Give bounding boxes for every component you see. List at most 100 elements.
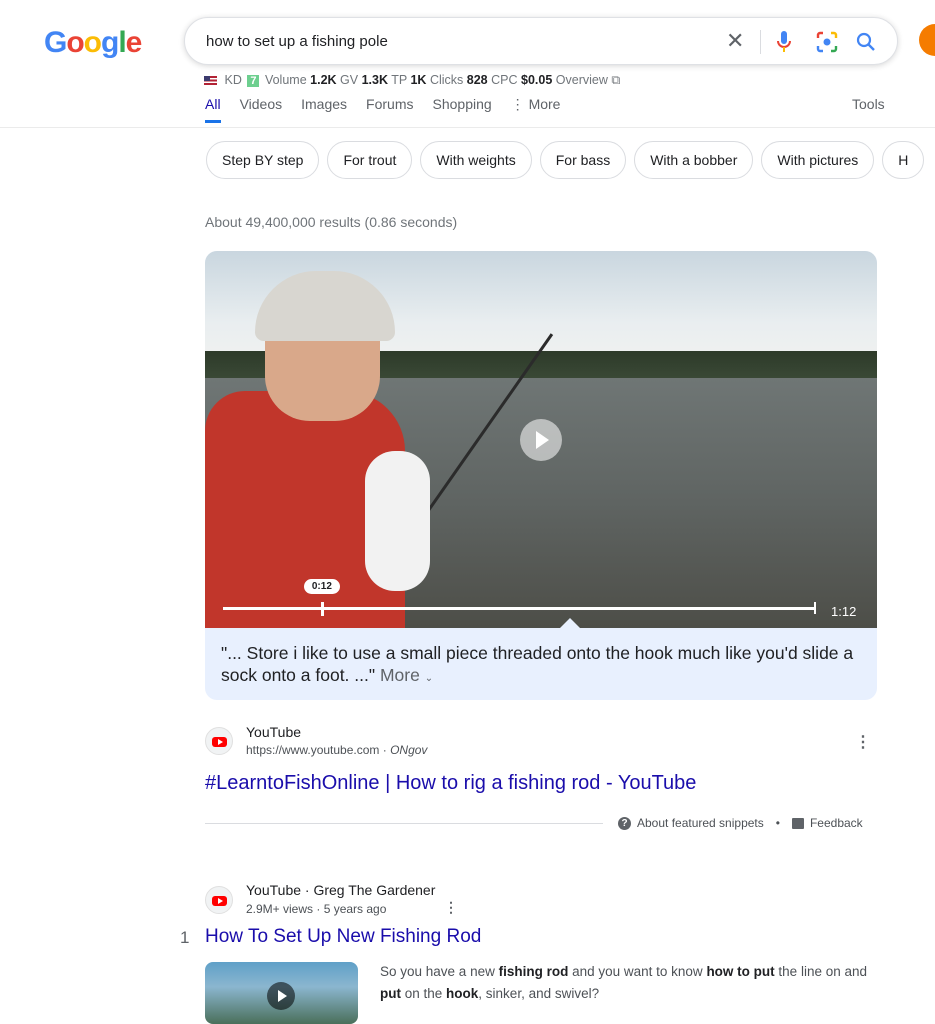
logo-letter: l [118,26,126,59]
tools-button[interactable]: Tools [852,96,885,112]
avatar[interactable] [919,24,935,56]
progress-end-marker [814,602,816,614]
source-name[interactable]: YouTube [246,724,301,740]
youtube-favicon [205,886,233,914]
volume-value: 1.2K [310,73,337,87]
source-line[interactable]: YouTube · Greg The Gardener [246,882,435,898]
snippet-bold: put [380,986,401,1001]
close-icon[interactable]: ✕ [726,28,744,54]
snippet-text: the line on and [774,964,867,979]
us-flag-icon [204,76,217,86]
tab-more[interactable]: ⋮ More [511,96,561,123]
result-stats: About 49,400,000 results (0.86 seconds) [205,214,458,230]
tab-all[interactable]: All [205,96,221,123]
tab-forums[interactable]: Forums [366,96,413,123]
search-box[interactable]: how to set up a fishing pole ✕ [184,17,898,65]
chip[interactable]: Step BY step [206,141,320,179]
tab-more-label: More [528,96,561,112]
separator-dot: • [775,816,780,830]
more-label: More [379,665,420,685]
chip[interactable]: H [882,141,925,179]
snippet-bold: how to put [706,964,775,979]
chip[interactable]: With pictures [761,141,875,179]
external-link-icon[interactable]: ⧉ [611,73,620,87]
overview-link[interactable]: Overview [556,73,608,87]
result-title-link[interactable]: #LearntoFishOnline | How to rig a fishin… [205,772,696,795]
video-player[interactable]: 0:12 1:12 [205,251,877,628]
logo-letter: o [83,26,102,59]
seo-metrics-bar: KD 7 Volume 1.2K GV 1.3K TP 1K Clicks 82… [204,73,620,88]
more-vert-icon: ⋮ [510,96,529,112]
source-url: https://www.youtube.com [246,743,380,757]
cpc-value: $0.05 [521,73,553,87]
featured-snippet-card: 0:12 1:12 "... Store i like to use a sma… [205,251,877,700]
help-icon: ? [618,816,631,830]
microphone-icon[interactable] [777,30,791,59]
kd-label: KD [224,73,242,87]
tp-value: 1K [410,73,427,87]
logo-letter: G [44,26,67,59]
result-snippet: So you have a new fishing rod and you wa… [380,961,870,1005]
more-options-icon[interactable]: ⋮ [855,732,871,752]
search-input[interactable]: how to set up a fishing pole [206,33,388,50]
search-tabs: All Videos Images Forums Shopping ⋮ More [205,96,579,123]
chip[interactable]: For bass [539,141,627,179]
snippet-text: , sinker, and swivel? [478,986,600,1001]
chevron-down-icon: ⌄ [424,673,434,684]
google-logo[interactable]: Google [44,26,143,60]
camera-lens-icon[interactable] [815,30,839,59]
chip[interactable]: With a bobber [634,141,754,179]
progress-knob[interactable] [320,602,324,616]
snippet-pointer [560,618,580,628]
tab-videos[interactable]: Videos [240,96,283,123]
divider [0,127,935,128]
current-time-bubble: 0:12 [303,579,340,594]
snippet-text: and you want to know [568,964,707,979]
result-title-link[interactable]: How To Set Up New Fishing Rod [205,926,481,948]
logo-letter: g [101,26,119,59]
kd-badge: 7 [247,75,260,87]
about-snippets-link[interactable]: About featured snippets [637,816,764,830]
clicks-value: 828 [466,73,488,87]
snippet-text: So you have a new [380,964,499,979]
snippet-quote: "... Store i like to use a small piece t… [221,642,861,690]
youtube-icon [212,737,227,747]
snippet-bold: hook [446,986,479,1001]
divider [760,30,761,54]
snippet-text: on the [401,986,447,1001]
feedback-icon [791,817,804,829]
play-icon[interactable] [267,982,295,1010]
person-arm [365,451,430,591]
snippet-feedback-row: ? About featured snippets • Feedback [618,816,863,830]
logo-letter: e [125,26,143,59]
refinement-chips: Step BY step For trout With weights For … [206,141,925,179]
source-url-line[interactable]: https://www.youtube.com · ONgov [246,743,427,757]
youtube-favicon [205,727,233,755]
video-duration: 1:12 [831,604,857,619]
gv-label: GV [340,73,359,87]
logo-letter: o [66,26,84,59]
chip[interactable]: For trout [327,141,413,179]
cpc-label: CPC [491,73,518,87]
play-icon[interactable] [520,419,562,461]
divider [205,823,603,824]
tab-shopping[interactable]: Shopping [433,96,492,123]
rank-number: 1 [180,928,190,947]
snippet-bold: fishing rod [498,964,569,979]
video-thumbnail[interactable] [205,962,358,1024]
snippet-quote-text: "... Store i like to use a small piece t… [221,643,854,685]
video-meta: 2.9M+ views · 5 years ago [246,902,387,916]
tab-images[interactable]: Images [301,96,347,123]
clicks-label: Clicks [429,73,464,87]
youtube-icon [212,896,227,906]
source-author: ONgov [390,743,428,757]
tp-label: TP [391,73,407,87]
more-options-icon[interactable]: ⋮ [444,899,458,916]
feedback-link[interactable]: Feedback [810,816,863,830]
more-link[interactable]: More ⌄ [380,665,433,685]
volume-label: Volume [264,73,307,87]
gv-value: 1.3K [361,73,388,87]
chip[interactable]: With weights [420,141,532,179]
progress-fill [223,607,322,610]
search-icon[interactable] [855,31,877,58]
